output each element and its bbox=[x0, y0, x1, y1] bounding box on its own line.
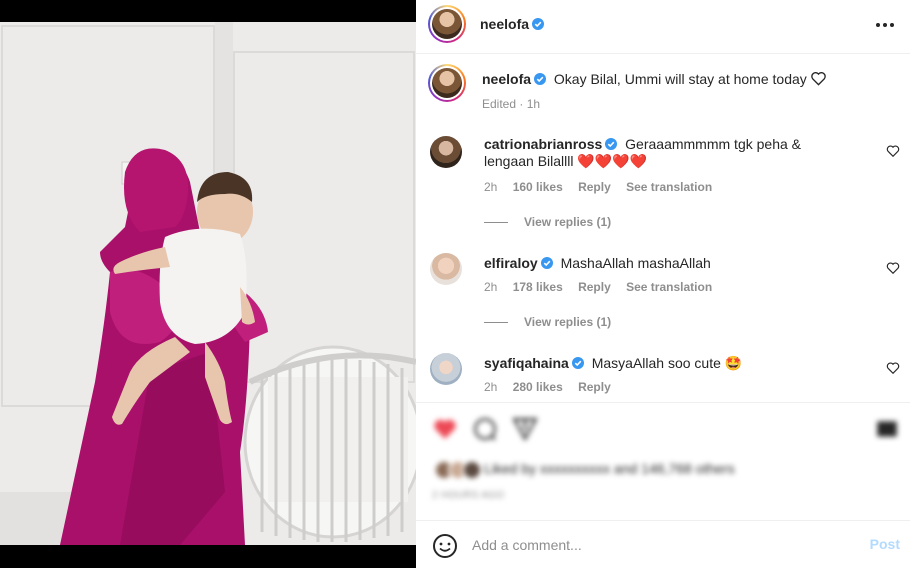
view-replies-button[interactable]: View replies (1) bbox=[484, 215, 611, 229]
comment-body: catrionabrianross Geraaammmmm tgk peha &… bbox=[484, 136, 844, 170]
post-header: neelofa bbox=[416, 0, 910, 54]
commenter-username[interactable]: catrionabrianross bbox=[484, 136, 618, 152]
comment-like-heart-icon[interactable] bbox=[886, 361, 900, 375]
commenter-username[interactable]: elfiraloy bbox=[484, 255, 553, 271]
share-icon[interactable] bbox=[512, 416, 538, 442]
verified-badge-icon bbox=[532, 18, 545, 30]
caption-time[interactable]: 1h bbox=[527, 97, 540, 111]
verified-badge-icon bbox=[571, 357, 584, 369]
commenter-avatar[interactable] bbox=[430, 253, 462, 285]
verified-badge-icon bbox=[534, 73, 547, 85]
like-heart-icon[interactable] bbox=[432, 416, 458, 442]
comment-like-heart-icon[interactable] bbox=[886, 261, 900, 275]
edited-label: Edited bbox=[482, 97, 517, 111]
more-options-icon[interactable] bbox=[874, 14, 896, 36]
caption-author-avatar[interactable] bbox=[428, 64, 466, 102]
post-actions: Liked by xxxxxxxxxx and 146,768 others 2… bbox=[416, 402, 910, 518]
see-translation-button[interactable]: See translation bbox=[626, 280, 712, 294]
comment-meta: 2h 178 likes Reply See translation bbox=[484, 280, 712, 294]
caption-body: Okay Bilal, Ummi will stay at home today bbox=[553, 71, 807, 87]
verified-badge-icon bbox=[605, 138, 618, 150]
view-replies-button[interactable]: View replies (1) bbox=[484, 315, 611, 329]
comment-time[interactable]: 2h bbox=[484, 180, 497, 194]
add-comment-bar: Post bbox=[416, 520, 910, 568]
commenter-avatar[interactable] bbox=[430, 136, 462, 168]
comment-like-heart-icon[interactable] bbox=[886, 144, 900, 158]
save-bookmark-icon[interactable] bbox=[874, 416, 900, 442]
author-username-header[interactable]: neelofa bbox=[480, 16, 545, 32]
see-translation-button[interactable]: See translation bbox=[626, 180, 712, 194]
comment-likes[interactable]: 178 likes bbox=[513, 280, 563, 294]
comment-input[interactable] bbox=[472, 533, 832, 557]
heart-outline-icon bbox=[810, 72, 826, 86]
comment-likes[interactable]: 160 likes bbox=[513, 180, 563, 194]
post-photo[interactable] bbox=[0, 22, 416, 545]
comment-emoji: ❤️❤️❤️❤️ bbox=[577, 153, 648, 169]
post-photo-illustration bbox=[0, 22, 416, 545]
post-detail-panel: neelofa neelofa Okay Bilal, Ummi will st… bbox=[416, 0, 910, 568]
commenter-username[interactable]: syafiqahaina bbox=[484, 355, 584, 371]
comment-likes[interactable]: 280 likes bbox=[513, 380, 563, 394]
comment-body: syafiqahaina MasyaAllah soo cute 🤩 bbox=[484, 355, 844, 372]
commenter-avatar[interactable] bbox=[430, 353, 462, 385]
reply-button[interactable]: Reply bbox=[578, 280, 611, 294]
reply-button[interactable]: Reply bbox=[578, 180, 611, 194]
comment-body: elfiraloy MashaAllah mashaAllah bbox=[484, 255, 844, 272]
emoji-picker-icon[interactable] bbox=[432, 533, 458, 559]
post-comment-button[interactable]: Post bbox=[870, 536, 900, 552]
comment-time[interactable]: 2h bbox=[484, 380, 497, 394]
liker-avatars bbox=[434, 460, 482, 480]
comment-meta: 2h 280 likes Reply bbox=[484, 380, 611, 394]
author-avatar[interactable] bbox=[428, 5, 466, 43]
post-media-area bbox=[0, 0, 416, 568]
likes-text: Liked by xxxxxxxxxx and 146,768 others bbox=[484, 460, 735, 477]
caption-meta: Edited · 1h bbox=[482, 97, 541, 111]
verified-badge-icon bbox=[540, 257, 553, 269]
likes-summary[interactable]: Liked by xxxxxxxxxx and 146,768 others bbox=[434, 460, 735, 480]
caption-username[interactable]: neelofa bbox=[482, 71, 547, 87]
comment-time[interactable]: 2h bbox=[484, 280, 497, 294]
post-timestamp[interactable]: 2 HOURS AGO bbox=[432, 490, 504, 501]
comment-emoji: 🤩 bbox=[724, 355, 743, 371]
comment-icon[interactable] bbox=[472, 416, 498, 442]
comment-text: MasyaAllah soo cute bbox=[591, 355, 721, 371]
comment-meta: 2h 160 likes Reply See translation bbox=[484, 180, 712, 194]
reply-button[interactable]: Reply bbox=[578, 380, 611, 394]
caption-text: neelofa Okay Bilal, Ummi will stay at ho… bbox=[482, 70, 892, 89]
comment-text: MashaAllah mashaAllah bbox=[560, 255, 711, 271]
